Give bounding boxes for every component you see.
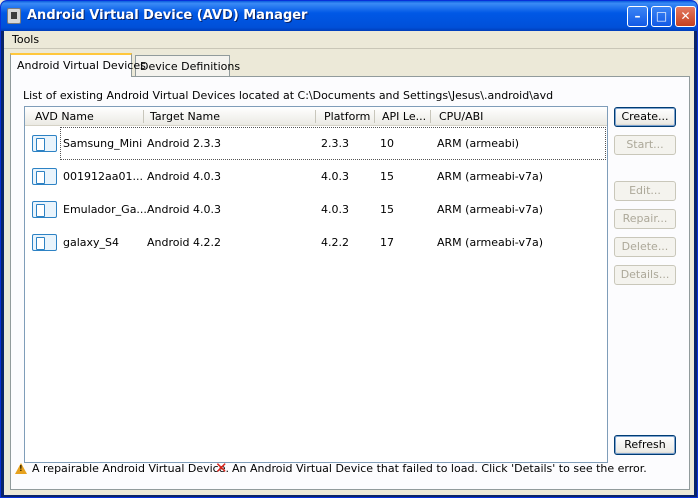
avd-device-icon (32, 135, 57, 152)
avd-device-icon (32, 168, 57, 185)
error-icon: ✕ (215, 459, 228, 477)
table-row[interactable]: galaxy_S4 Android 4.2.2 4.2.2 17 ARM (ar… (25, 226, 607, 259)
table-row[interactable]: Emulador_Ga... Android 4.0.3 4.0.3 15 AR… (25, 193, 607, 226)
repair-button[interactable]: Repair... (614, 209, 676, 229)
avd-name-cell: galaxy_S4 (63, 236, 120, 249)
title-bar[interactable]: Android Virtual Device (AVD) Manager – □… (1, 1, 697, 31)
tab-strip: Android Virtual Devices Device Definitio… (10, 53, 690, 77)
create-button[interactable]: Create... (614, 107, 676, 127)
avd-table[interactable]: AVD Name Target Name Platform API Le... … (24, 106, 608, 463)
client-area: Tools Android Virtual Devices Device Def… (4, 31, 694, 495)
api-level-cell: 15 (380, 203, 394, 216)
warning-icon (15, 463, 27, 474)
avd-location-label: List of existing Android Virtual Devices… (23, 89, 554, 102)
api-level-cell: 15 (380, 170, 394, 183)
maximize-button[interactable]: □ (651, 6, 672, 27)
menu-bar: Tools (4, 31, 694, 49)
tab-android-virtual-devices[interactable]: Android Virtual Devices (10, 53, 146, 77)
app-icon (7, 8, 21, 24)
cpu-abi-cell: ARM (armeabi-v7a) (437, 236, 543, 249)
column-header-cpu-abi[interactable]: CPU/ABI (439, 110, 483, 123)
legend-failed-text: An Android Virtual Device that failed to… (232, 462, 647, 475)
platform-cell: 4.2.2 (321, 236, 349, 249)
avd-name-cell: Emulador_Ga... (63, 203, 147, 216)
column-separator[interactable] (143, 110, 144, 123)
avd-manager-window: Android Virtual Device (AVD) Manager – □… (0, 0, 698, 498)
status-legend: A repairable Android Virtual Device. ✕ A… (15, 459, 675, 478)
column-separator[interactable] (315, 110, 316, 123)
start-button[interactable]: Start... (614, 135, 676, 155)
target-name-cell: Android 4.2.2 (147, 236, 222, 249)
edit-button[interactable]: Edit... (614, 181, 676, 201)
column-header-api-level[interactable]: API Le... (382, 110, 426, 123)
minimize-button[interactable]: – (627, 6, 648, 27)
cpu-abi-cell: ARM (armeabi-v7a) (437, 203, 543, 216)
refresh-button[interactable]: Refresh (614, 435, 676, 455)
legend-repairable-text: A repairable Android Virtual Device. (32, 462, 229, 475)
avd-device-icon (32, 201, 57, 218)
column-header-avd-name[interactable]: AVD Name (35, 110, 94, 123)
column-header-target-name[interactable]: Target Name (150, 110, 220, 123)
tab-panel: List of existing Android Virtual Devices… (10, 76, 690, 490)
details-button[interactable]: Details... (614, 265, 676, 285)
avd-device-icon (32, 234, 57, 251)
menu-tools[interactable]: Tools (12, 33, 39, 46)
platform-cell: 4.0.3 (321, 203, 349, 216)
cpu-abi-cell: ARM (armeabi-v7a) (437, 170, 543, 183)
delete-button[interactable]: Delete... (614, 237, 676, 257)
avd-name-cell: 001912aa01... (63, 170, 143, 183)
column-header-platform[interactable]: Platform (324, 110, 370, 123)
target-name-cell: Android 4.0.3 (147, 203, 222, 216)
table-row[interactable]: 001912aa01... Android 4.0.3 4.0.3 15 ARM… (25, 160, 607, 193)
tab-device-definitions[interactable]: Device Definitions (135, 55, 240, 77)
close-button[interactable]: ✕ (675, 6, 696, 27)
column-separator[interactable] (374, 110, 375, 123)
target-name-cell: Android 4.0.3 (147, 170, 222, 183)
platform-cell: 4.0.3 (321, 170, 349, 183)
column-separator[interactable] (430, 110, 431, 123)
api-level-cell: 17 (380, 236, 394, 249)
table-header: AVD Name Target Name Platform API Le... … (25, 107, 607, 126)
row-focus-outline (60, 127, 606, 160)
window-title: Android Virtual Device (AVD) Manager (27, 8, 308, 23)
